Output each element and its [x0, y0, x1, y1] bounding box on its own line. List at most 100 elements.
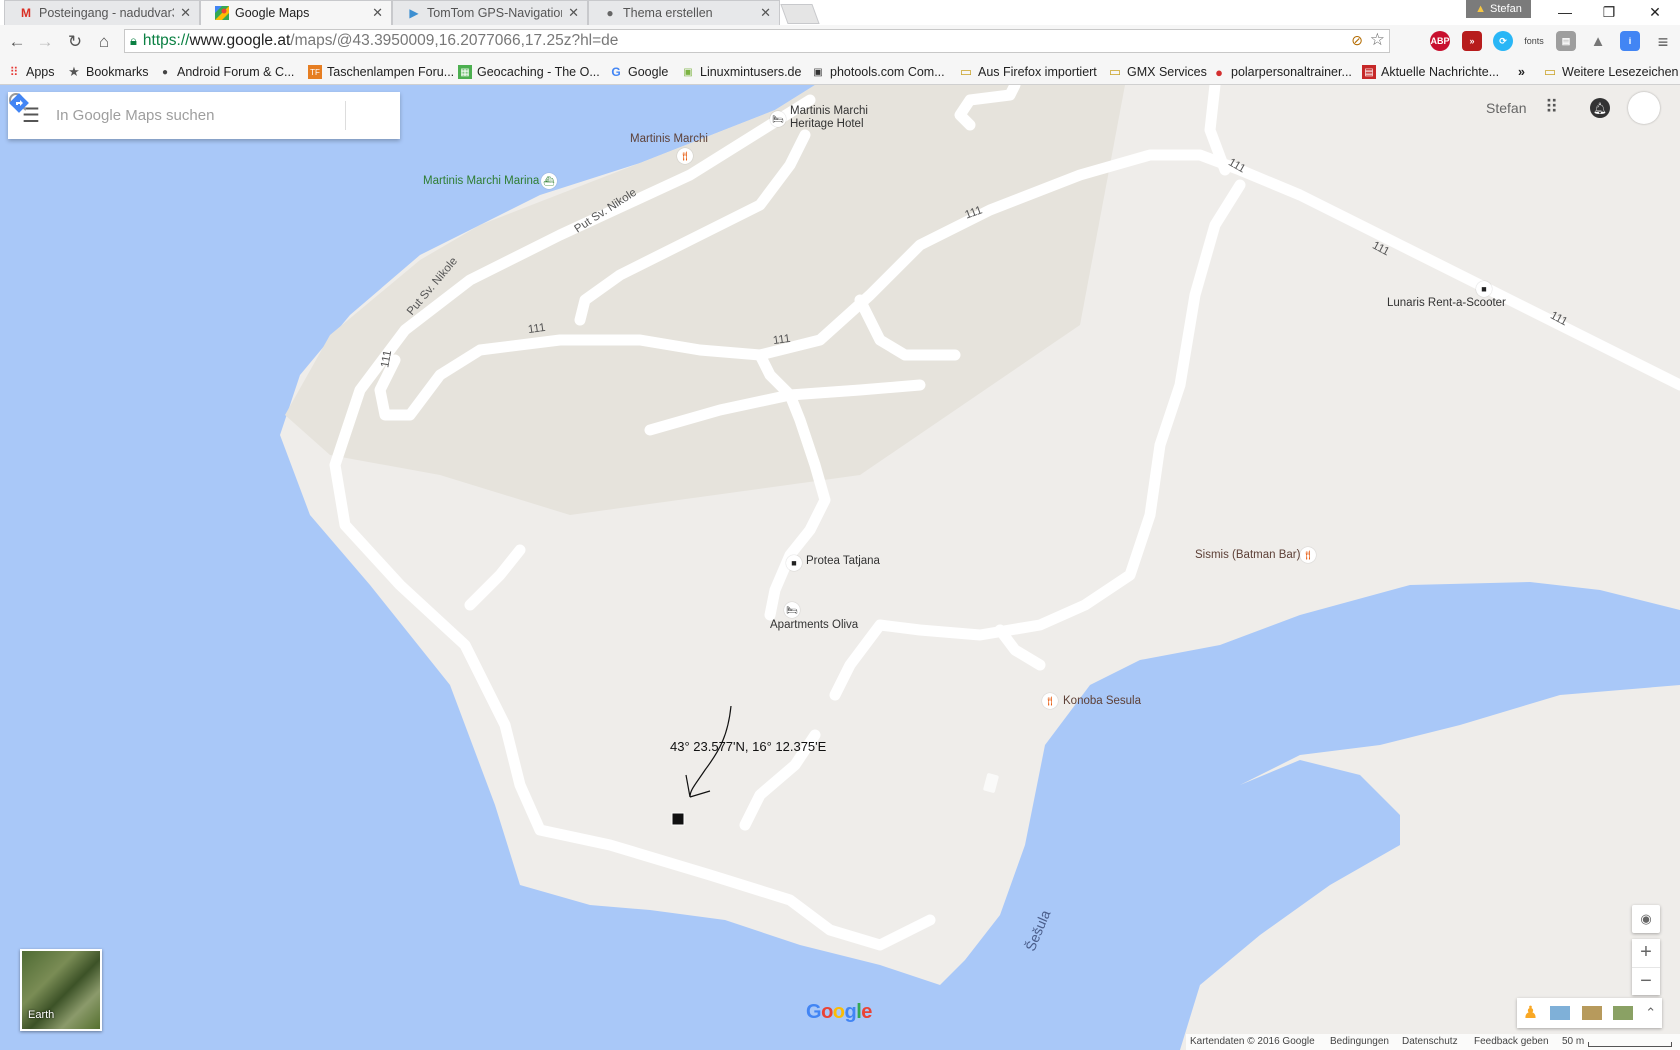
forum-icon: ●: [606, 6, 614, 20]
bookmark-google[interactable]: G Google: [609, 63, 668, 81]
extension-print-icon[interactable]: ▤: [1556, 31, 1576, 51]
earth-layer-button[interactable]: Earth: [20, 949, 102, 1031]
tab-strip: M Posteingang - nadudvar3@... ✕ Google M…: [0, 0, 1680, 25]
poi-konoba-sesula[interactable]: Konoba Sesula: [1063, 695, 1141, 707]
back-button[interactable]: ←: [4, 29, 30, 55]
poi-lunaris-scooter[interactable]: Lunaris Rent-a-Scooter: [1387, 297, 1506, 309]
location-marker: [671, 812, 685, 826]
extension-docs-icon[interactable]: i: [1620, 31, 1640, 51]
restaurant-icon[interactable]: 🍴︎: [1300, 547, 1316, 563]
bookmark-taschenlampen[interactable]: TF Taschenlampen Foru...: [308, 63, 454, 81]
folder-icon: ▭: [1108, 64, 1122, 79]
search-input[interactable]: [54, 106, 305, 125]
google-drive-icon[interactable]: ▲: [1588, 31, 1608, 51]
road-label-111: 111: [772, 332, 792, 348]
home-button[interactable]: ⌂: [91, 29, 117, 55]
road-label-111: 111: [527, 321, 547, 337]
bookmark-android-forum[interactable]: ● Android Forum & C...: [158, 63, 294, 81]
close-window-button[interactable]: ✕: [1632, 0, 1678, 24]
close-tab-icon[interactable]: ✕: [180, 5, 191, 21]
linuxmint-icon: ▣: [683, 66, 693, 78]
bookmarks-overflow-button[interactable]: »: [1518, 63, 1525, 81]
bookmark-geocaching[interactable]: ▦ Geocaching - The O...: [458, 63, 600, 81]
folder-icon: ▭: [959, 64, 973, 79]
bookmark-star-icon[interactable]: ☆: [1370, 30, 1385, 50]
coordinate-annotation: 43° 23.577'N, 16° 12.375'E: [670, 739, 827, 754]
bookmark-folder-gmx[interactable]: ▭ GMX Services: [1108, 63, 1207, 81]
adblock-icon[interactable]: ABP: [1430, 31, 1450, 51]
map-data-attribution: Kartendaten © 2016 Google: [1190, 1036, 1315, 1047]
bookmark-bookmarks[interactable]: ★ Bookmarks: [67, 63, 148, 81]
poi-protea-tatjana[interactable]: Protea Tatjana: [806, 555, 880, 567]
poi-sismis[interactable]: Sismis (Batman Bar): [1195, 549, 1300, 561]
expand-chevron-icon[interactable]: ⌃: [1645, 1005, 1656, 1021]
warning-icon: ▲: [1475, 3, 1487, 15]
map-canvas[interactable]: Put Sv. Nikole Put Sv. Nikole 111 111 11…: [0, 85, 1680, 1050]
restaurant-icon[interactable]: 🍴︎: [1042, 693, 1058, 709]
imagery-thumbnail[interactable]: [1581, 1006, 1602, 1020]
restore-button[interactable]: ❐: [1586, 0, 1632, 24]
bookmark-linuxmintusers[interactable]: ▣ Linuxmintusers.de: [681, 63, 801, 81]
bookmark-photools[interactable]: ▣ photools.com Com...: [811, 63, 944, 81]
location-blocked-icon[interactable]: ⊘: [1351, 32, 1363, 49]
gmail-icon: M: [21, 6, 31, 20]
tab-thema-erstellen[interactable]: ● Thema erstellen ✕: [588, 0, 780, 25]
fonts-extension-icon[interactable]: fonts: [1524, 31, 1544, 51]
poi-martinis-marchi[interactable]: Martinis Marchi: [630, 133, 708, 145]
hotel-icon[interactable]: 🛏︎: [770, 111, 786, 127]
poi-marina[interactable]: Martinis Marchi Marina: [423, 175, 539, 187]
google-logo: Google: [806, 1001, 872, 1023]
bookmark-other-folder[interactable]: ▭ Weitere Lesezeichen: [1543, 63, 1679, 81]
map-base: [280, 85, 1680, 1050]
profile-button[interactable]: ▲ Stefan: [1466, 0, 1531, 18]
account-name[interactable]: Stefan: [1486, 100, 1526, 116]
notifications-icon[interactable]: 🔔︎: [1590, 98, 1610, 118]
tab-gmail[interactable]: M Posteingang - nadudvar3@... ✕: [4, 0, 200, 25]
google-maps-icon: [215, 6, 229, 20]
imagery-thumbnail[interactable]: [1613, 1006, 1634, 1020]
hotel-icon[interactable]: 🛏︎: [784, 602, 800, 618]
zoom-in-button[interactable]: +: [1640, 939, 1652, 967]
chrome-menu-icon[interactable]: ≡: [1650, 29, 1676, 55]
imagery-thumbnail[interactable]: [1549, 1006, 1570, 1020]
extension-share-icon[interactable]: ⟳: [1493, 31, 1513, 51]
poi-apartments-oliva[interactable]: Apartments Oliva: [770, 619, 858, 631]
privacy-link[interactable]: Datenschutz: [1402, 1036, 1458, 1047]
scale-label[interactable]: 50 m: [1562, 1036, 1584, 1047]
close-tab-icon[interactable]: ✕: [372, 5, 383, 21]
reload-button[interactable]: ↻: [62, 29, 88, 55]
shop-icon[interactable]: ■: [786, 555, 802, 571]
terms-link[interactable]: Bedingungen: [1330, 1036, 1389, 1047]
android-icon: ●: [161, 66, 169, 78]
polar-icon: ●: [1215, 64, 1223, 80]
bookmark-polar[interactable]: ● polarpersonaltrainer...: [1212, 63, 1352, 81]
close-tab-icon[interactable]: ✕: [568, 5, 579, 21]
tab-google-maps[interactable]: Google Maps ✕: [200, 0, 392, 25]
avatar[interactable]: [1628, 92, 1660, 124]
tab-tomtom[interactable]: ▶ TomTom GPS-Navigation 1... ✕: [392, 0, 588, 25]
apps-grid-icon: ⠿: [9, 65, 19, 79]
marina-boat-icon[interactable]: ⛴︎: [541, 173, 557, 189]
shop-icon[interactable]: ■: [1476, 281, 1492, 297]
restaurant-icon[interactable]: 🍴︎: [677, 148, 693, 164]
bookmark-apps[interactable]: ⠿ Apps: [7, 63, 55, 81]
tomtom-icon: ▶: [409, 6, 419, 20]
browser-toolbar: ← → ↻ ⌂ 🔒︎ https://www.google.at/maps/@4…: [0, 25, 1680, 59]
my-location-button[interactable]: ◉: [1632, 905, 1660, 933]
address-bar[interactable]: 🔒︎ https://www.google.at/maps/@43.395000…: [124, 29, 1390, 53]
apps-grid-icon[interactable]: ⠿: [1545, 97, 1558, 118]
close-tab-icon[interactable]: ✕: [760, 5, 771, 21]
my-location-icon: ◉: [1640, 911, 1652, 926]
bookmark-nachrichten[interactable]: ▤ Aktuelle Nachrichte...: [1362, 63, 1499, 81]
zoom-out-button[interactable]: −: [1632, 966, 1660, 996]
pegman-icon[interactable]: ♟: [1523, 1003, 1538, 1023]
scale-bar: [1588, 1042, 1672, 1047]
land-area-peninsula: [1180, 685, 1680, 1050]
minimize-button[interactable]: —: [1542, 0, 1588, 24]
forward-button[interactable]: →: [32, 29, 58, 55]
new-tab-button[interactable]: [780, 4, 820, 24]
extension-forward-icon[interactable]: »: [1462, 31, 1482, 51]
poi-heritage-hotel[interactable]: Martinis Marchi Heritage Hotel: [790, 105, 868, 131]
bookmark-folder-firefox[interactable]: ▭ Aus Firefox importiert: [959, 63, 1097, 81]
feedback-link[interactable]: Feedback geben: [1474, 1036, 1549, 1047]
